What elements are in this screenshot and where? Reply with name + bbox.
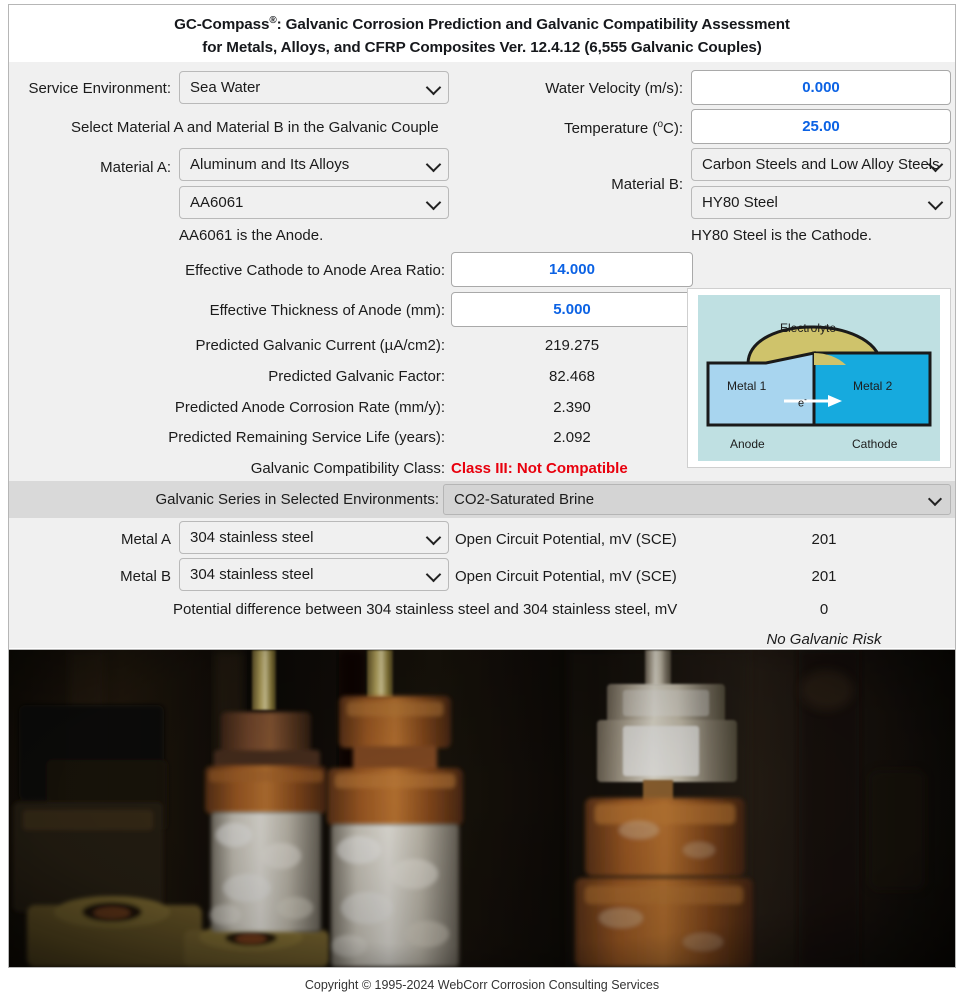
app-title-rest: : Galvanic Corrosion Prediction and Galv… bbox=[276, 16, 790, 34]
service-environment-select[interactable]: Sea Water bbox=[179, 71, 449, 104]
temperature-label-post: C): bbox=[663, 120, 683, 137]
chevron-down-icon bbox=[425, 529, 442, 545]
gc-compass-app: GC-Compass®: Galvanic Corrosion Predicti… bbox=[0, 0, 964, 1006]
metal-b-select[interactable]: 304 stainless steel bbox=[179, 558, 449, 591]
material-a-family-select[interactable]: Aluminum and Its Alloys bbox=[179, 148, 449, 181]
galvanic-factor-value: 82.468 bbox=[549, 368, 595, 385]
electrolyte-label: Electrolyte bbox=[780, 321, 837, 335]
galvanic-series-label: Galvanic Series in Selected Environments… bbox=[155, 491, 439, 508]
water-velocity-input[interactable]: 0.000 bbox=[691, 70, 951, 105]
material-b-family-value: Carbon Steels and Low Alloy Steels bbox=[702, 156, 940, 173]
metal-a-value: 304 stainless steel bbox=[190, 529, 314, 546]
metal-b-label: Metal B bbox=[120, 568, 171, 585]
metal-b-ocp-label: Open Circuit Potential, mV (SCE) bbox=[455, 568, 677, 585]
anode-thickness-label: Effective Thickness of Anode (mm): bbox=[209, 302, 445, 319]
galvanic-cell-diagram: Electrolyte Metal 1 Metal 2 e- Anode Cat… bbox=[687, 288, 951, 468]
metal-a-label: Metal A bbox=[120, 531, 171, 548]
anode-note: AA6061 is the Anode. bbox=[179, 227, 324, 244]
anode-thickness-input[interactable]: 5.000 bbox=[451, 292, 693, 327]
photo-canvas bbox=[9, 650, 955, 967]
photo-svg bbox=[9, 650, 955, 967]
potential-difference-value: 0 bbox=[819, 601, 829, 618]
status-badge: Class III: Not Compatible bbox=[451, 460, 628, 477]
footer-copyright: Copyright © 1995-2024 WebCorr Corrosion … bbox=[304, 978, 660, 992]
metal2-label: Metal 2 bbox=[853, 379, 893, 393]
chevron-down-icon bbox=[425, 156, 442, 172]
material-b-alloy-value: HY80 Steel bbox=[702, 194, 778, 211]
metal1-label: Metal 1 bbox=[727, 379, 767, 393]
material-b-alloy-select[interactable]: HY80 Steel bbox=[691, 186, 951, 219]
metal-a-ocp-value: 201 bbox=[811, 531, 837, 548]
area-ratio-label: Effective Cathode to Anode Area Ratio: bbox=[185, 262, 445, 279]
material-b-label: Material B: bbox=[611, 176, 683, 193]
material-b-family-select[interactable]: Carbon Steels and Low Alloy Steels bbox=[691, 148, 951, 181]
temperature-label-pre: Temperature ( bbox=[564, 120, 658, 137]
metal-b-ocp-value: 201 bbox=[811, 568, 837, 585]
galvanic-series-environment-value: CO2-Saturated Brine bbox=[454, 491, 595, 508]
chevron-down-icon bbox=[425, 79, 442, 95]
chevron-down-icon bbox=[425, 194, 442, 210]
corroded-bolts-photo bbox=[8, 649, 956, 968]
galvanic-current-label: Predicted Galvanic Current (µA/cm2): bbox=[195, 337, 445, 354]
remaining-service-life-label: Predicted Remaining Service Life (years)… bbox=[168, 429, 445, 446]
temperature-input[interactable]: 25.00 bbox=[691, 109, 951, 144]
app-title-brand: GC-Compass bbox=[174, 16, 270, 34]
metal-a-ocp-label: Open Circuit Potential, mV (SCE) bbox=[455, 531, 677, 548]
chevron-down-icon bbox=[927, 491, 943, 506]
material-a-label: Material A: bbox=[100, 159, 171, 176]
app-title-line-2: for Metals, Alloys, and CFRP Composites … bbox=[202, 39, 762, 57]
potential-difference-label: Potential difference between 304 stainle… bbox=[173, 601, 678, 618]
service-environment-label: Service Environment: bbox=[28, 80, 171, 97]
metal-b-value: 304 stainless steel bbox=[190, 566, 314, 583]
chevron-down-icon bbox=[425, 566, 442, 582]
metal-a-select[interactable]: 304 stainless steel bbox=[179, 521, 449, 554]
cathode-label: Cathode bbox=[852, 437, 898, 451]
chevron-down-icon bbox=[927, 194, 944, 210]
compatibility-class-label: Galvanic Compatibility Class: bbox=[250, 460, 445, 477]
galvanic-series-environment-select[interactable]: CO2-Saturated Brine bbox=[443, 484, 951, 515]
form-body: Service Environment: Sea Water Select Ma… bbox=[9, 62, 955, 648]
galvanic-current-value: 219.275 bbox=[544, 337, 600, 354]
service-environment-value: Sea Water bbox=[190, 79, 261, 96]
water-velocity-label: Water Velocity (m/s): bbox=[545, 80, 683, 97]
area-ratio-input[interactable]: 14.000 bbox=[451, 252, 693, 287]
galvanic-risk-text: No Galvanic Risk bbox=[766, 631, 882, 648]
app-header: GC-Compass®: Galvanic Corrosion Predicti… bbox=[9, 5, 955, 62]
temperature-label: Temperature (oC): bbox=[449, 119, 683, 137]
anode-corrosion-rate-value: 2.390 bbox=[553, 399, 591, 416]
material-a-family-value: Aluminum and Its Alloys bbox=[190, 156, 350, 173]
galvanic-cell-diagram-canvas: Electrolyte Metal 1 Metal 2 e- Anode Cat… bbox=[698, 295, 940, 461]
registered-trademark-icon: ® bbox=[269, 15, 277, 26]
electron-label: e- bbox=[798, 395, 807, 410]
select-materials-hint: Select Material A and Material B in the … bbox=[71, 119, 439, 136]
anode-corrosion-rate-label: Predicted Anode Corrosion Rate (mm/y): bbox=[174, 399, 445, 416]
galvanic-factor-label: Predicted Galvanic Factor: bbox=[268, 368, 445, 385]
app-title-line-1: GC-Compass®: Galvanic Corrosion Predicti… bbox=[9, 5, 955, 33]
material-a-alloy-value: AA6061 bbox=[190, 194, 244, 211]
anode-label: Anode bbox=[730, 437, 765, 451]
remaining-service-life-value: 2.092 bbox=[553, 429, 591, 446]
material-a-alloy-select[interactable]: AA6061 bbox=[179, 186, 449, 219]
cathode-note: HY80 Steel is the Cathode. bbox=[691, 227, 872, 244]
